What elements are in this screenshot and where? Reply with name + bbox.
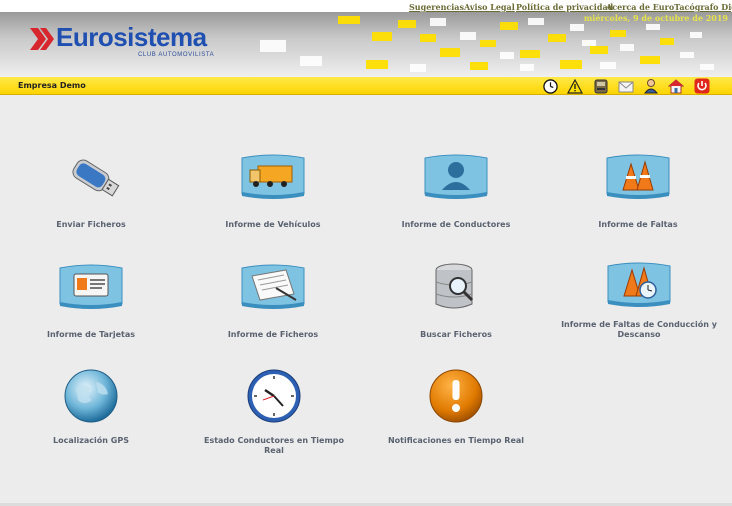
globe-icon — [56, 366, 126, 424]
home-icon[interactable] — [668, 78, 684, 94]
tachograph-icon[interactable] — [593, 78, 609, 94]
menu-item-label: Informe de Tarjetas — [47, 330, 135, 339]
toolbar: Empresa Demo — [0, 77, 732, 95]
menu-item-informe-ficheros[interactable]: Informe de Ficheros — [223, 258, 323, 340]
link-sugerencias[interactable]: Sugerencias — [409, 2, 464, 12]
menu-item-label: Informe de Faltas — [598, 220, 678, 229]
document-icon — [238, 258, 308, 316]
menu-item-label: Informe de Conductores — [401, 220, 511, 229]
menu-item-informe-faltas[interactable]: Informe de Faltas — [588, 148, 688, 230]
logo-subtitle: CLUB AUTOMOVILISTA — [138, 52, 215, 58]
alert-icon — [421, 366, 491, 424]
menu-item-label: Enviar Ficheros — [56, 220, 126, 229]
warning-icon[interactable] — [567, 78, 583, 94]
menu-item-label: Informe de Ficheros — [227, 330, 319, 339]
logo-chevron-icon — [30, 28, 54, 50]
menu-item-buscar-ficheros[interactable]: Buscar Ficheros — [406, 258, 506, 340]
truck-icon — [238, 148, 308, 206]
menu-item-label: Localización GPS — [53, 436, 129, 445]
cones-icon — [603, 148, 673, 206]
clock-icon — [239, 366, 309, 424]
power-icon[interactable] — [694, 78, 710, 94]
menu-item-estado-conductores[interactable]: Estado Conductores en Tiempo Real — [194, 366, 354, 456]
database-search-icon — [421, 258, 491, 316]
header-banner: Eurosistema CLUB AUTOMOVILISTA miércoles… — [0, 12, 732, 77]
menu-item-label: Buscar Ficheros — [420, 330, 492, 339]
mail-icon[interactable] — [618, 78, 634, 94]
menu-item-label: Notificaciones en Tiempo Real — [387, 436, 525, 445]
current-date: miércoles, 9 de octubre de 2019 — [583, 13, 728, 23]
user-icon[interactable] — [643, 78, 659, 94]
clock-icon[interactable] — [542, 78, 558, 94]
menu-item-label: Estado Conductores en Tiempo Real — [203, 436, 344, 455]
menu-item-informe-conductores[interactable]: Informe de Conductores — [386, 148, 526, 230]
menu-item-localizacion-gps[interactable]: Localización GPS — [41, 366, 141, 446]
menu-item-enviar-ficheros[interactable]: Enviar Ficheros — [41, 148, 141, 230]
usb-drive-icon — [56, 148, 126, 206]
menu-item-informe-tarjetas[interactable]: Informe de Tarjetas — [41, 258, 141, 340]
link-acerca-de[interactable]: Acerca de EuroTacógrafo Digital — [606, 2, 732, 12]
cones-clock-icon — [604, 256, 674, 314]
company-name: Empresa Demo — [18, 81, 86, 90]
menu-item-label: Informe de Faltas de Conducción y Descan… — [561, 320, 717, 339]
logo-text: Eurosistema — [56, 22, 207, 52]
menu-item-informe-vehiculos[interactable]: Informe de Vehículos — [223, 148, 323, 230]
link-politica-privacidad[interactable]: Política de privacidad — [516, 2, 613, 12]
card-icon — [56, 258, 126, 316]
menu-item-label: Informe de Vehículos — [225, 220, 321, 229]
link-aviso-legal[interactable]: Aviso Legal — [464, 2, 515, 12]
page: Sugerencias Aviso Legal Política de priv… — [0, 0, 732, 506]
menu-item-notificaciones[interactable]: Notificaciones en Tiempo Real — [386, 366, 526, 446]
driver-icon — [421, 148, 491, 206]
top-links-bar: Sugerencias Aviso Legal Política de priv… — [0, 0, 732, 12]
menu-item-informe-faltas-conduccion[interactable]: Informe de Faltas de Conducción y Descan… — [556, 256, 722, 340]
